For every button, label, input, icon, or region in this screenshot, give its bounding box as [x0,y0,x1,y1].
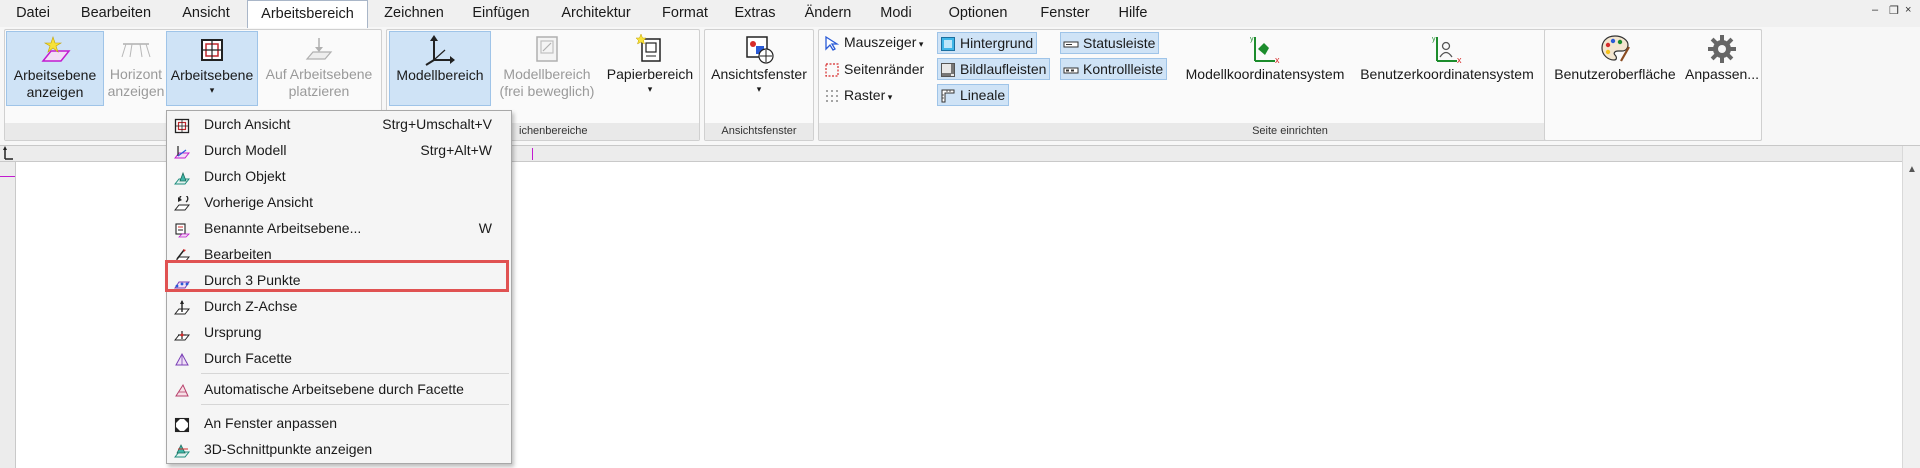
ruler-marker [0,176,15,177]
kontrollleiste-button[interactable]: Kontrollleiste [1060,58,1168,80]
lineale-button[interactable]: Lineale [937,84,1010,106]
bildlaufleisten-button[interactable]: Bildlaufleisten [937,58,1051,80]
modellkoordinatensystem-button[interactable]: yx Modellkoordinatensystem [1176,31,1354,106]
statusleiste-button[interactable]: Statusleiste [1060,32,1160,54]
paper-space-icon [634,33,666,65]
menu-zeichnen[interactable]: Zeichnen [375,0,453,27]
anpassen-button[interactable]: Anpassen... [1684,31,1760,106]
restore-icon[interactable]: ❐ [1889,4,1899,17]
dropdown-arrow-icon: ▾ [916,39,924,49]
benutzeroberflaeche-button[interactable]: Benutzeroberfläche [1547,31,1683,106]
menu-format[interactable]: Format [651,0,719,27]
vertical-ruler [0,162,16,468]
control-bar-icon [1063,62,1079,78]
horizon-icon [120,33,152,65]
menu-separator [201,404,509,405]
intersections-icon [173,441,191,458]
menuitem-durch-facette[interactable]: Durch Facette [168,345,510,371]
minimize-icon[interactable]: – [1872,4,1878,16]
z-axis-icon [173,298,191,315]
menu-einfuegen[interactable]: Einfügen [463,0,539,27]
model-space-axes-icon [424,34,456,66]
modellbereich-frei-button[interactable]: Modellbereich (frei beweglich) [493,31,601,106]
menu-separator [201,373,509,374]
ruler-origin-icon[interactable] [2,146,14,160]
scroll-up-icon[interactable]: ▲ [1907,164,1917,175]
menu-modi[interactable]: Modi [871,0,921,27]
gear-icon [1706,33,1738,65]
highlight-annotation-box [165,260,509,292]
papierbereich-button[interactable]: Papierbereich ▾ [602,31,698,106]
facet-icon [174,350,190,366]
model-plane-icon [173,142,191,159]
menu-hilfe[interactable]: Hilfe [1108,0,1158,27]
menu-datei[interactable]: Datei [6,0,60,27]
horizont-anzeigen-button[interactable]: Horizont anzeigen [106,31,166,106]
work-plane-grid-icon [196,34,228,66]
menu-fenster[interactable]: Fenster [1030,0,1100,27]
dropdown-arrow-icon: ▾ [647,84,653,94]
hintergrund-button[interactable]: Hintergrund [937,32,1038,54]
dropdown-arrow-icon: ▾ [885,92,893,102]
scrollbars-icon [940,62,956,78]
auto-facet-icon [174,381,190,397]
menuitem-durch-z-achse[interactable]: Durch Z-Achse [168,293,510,319]
group-label-ansichtsfenster: Ansichtsfenster [705,123,813,140]
menuitem-durch-objekt[interactable]: Durch Objekt [168,163,510,189]
menuitem-3d-schnittpunkte[interactable]: 3D-Schnittpunkte anzeigen [168,436,510,462]
menu-ansicht[interactable]: Ansicht [172,0,240,27]
svg-text:y: y [1432,36,1436,43]
menuitem-benannte-arbeitsebene[interactable]: Benannte Arbeitsebene... W [168,215,510,241]
menu-bearbeiten[interactable]: Bearbeiten [70,0,162,27]
model-coordinates-icon: yx [1249,33,1281,65]
menuitem-ursprung[interactable]: Ursprung [168,319,510,345]
palette-icon [1599,33,1631,65]
menu-arbeitsbereich[interactable]: Arbeitsbereich [247,0,368,28]
ruler-marker-horizontal [532,148,533,160]
dropdown-arrow-icon: ▾ [756,84,762,94]
work-plane-star-icon [39,34,71,66]
object-plane-icon [173,168,191,185]
grid-icon [824,88,840,104]
menuitem-durch-modell[interactable]: Durch Modell Strg+Alt+W [168,137,510,163]
vertical-scrollbar[interactable]: ▲ [1902,146,1920,468]
ansichtsfenster-button[interactable]: Ansichtsfenster ▾ [706,31,812,106]
viewport-icon [743,33,775,65]
menuitem-automatische-arbeitsebene[interactable]: Automatische Arbeitsebene durch Facette [168,376,510,402]
statusbar-icon [1063,36,1079,52]
page-margins-icon [824,62,840,78]
menu-architektur[interactable]: Architektur [551,0,641,27]
close-icon[interactable]: × [1905,4,1911,16]
arbeitsebene-dropdown-button[interactable]: Arbeitsebene ▾ [166,31,258,106]
view-plane-icon [174,116,190,134]
auf-arbeitsebene-platzieren-button[interactable]: Auf Arbeitsebene platzieren [258,31,380,106]
svg-text:x: x [1457,55,1462,65]
svg-text:y: y [1250,36,1254,43]
background-icon [940,36,956,52]
modellbereich-button[interactable]: Modellbereich [389,31,491,106]
menu-extras[interactable]: Extras [727,0,783,27]
floating-model-space-icon [531,33,563,65]
previous-view-icon [173,194,191,211]
named-plane-icon [174,220,190,238]
menuitem-an-fenster-anpassen[interactable]: An Fenster anpassen [168,410,510,436]
user-coordinates-icon: yx [1431,33,1463,65]
rulers-icon [940,88,956,104]
menuitem-vorherige-ansicht[interactable]: Vorherige Ansicht [168,189,510,215]
menu-aendern[interactable]: Ändern [795,0,861,27]
mauszeiger-button[interactable]: Mauszeiger ▾ [822,31,926,53]
cursor-icon [824,35,840,52]
origin-icon [173,324,191,341]
raster-button[interactable]: Raster ▾ [822,84,895,106]
benutzerkoordinatensystem-button[interactable]: yx Benutzerkoordinatensystem [1354,31,1540,106]
menu-bar: Datei Bearbeiten Ansicht Arbeitsbereich … [0,0,1920,28]
dropdown-arrow-icon: ▾ [209,85,215,95]
menu-optionen[interactable]: Optionen [936,0,1020,27]
arbeitsebene-anzeigen-button[interactable]: Arbeitsebene anzeigen [6,31,104,106]
fit-window-icon [174,415,190,433]
seitenraender-button[interactable]: Seitenränder [822,58,927,80]
place-on-plane-icon [303,33,335,65]
svg-text:x: x [1275,55,1280,65]
menuitem-durch-ansicht[interactable]: Durch Ansicht Strg+Umschalt+V [168,111,510,137]
